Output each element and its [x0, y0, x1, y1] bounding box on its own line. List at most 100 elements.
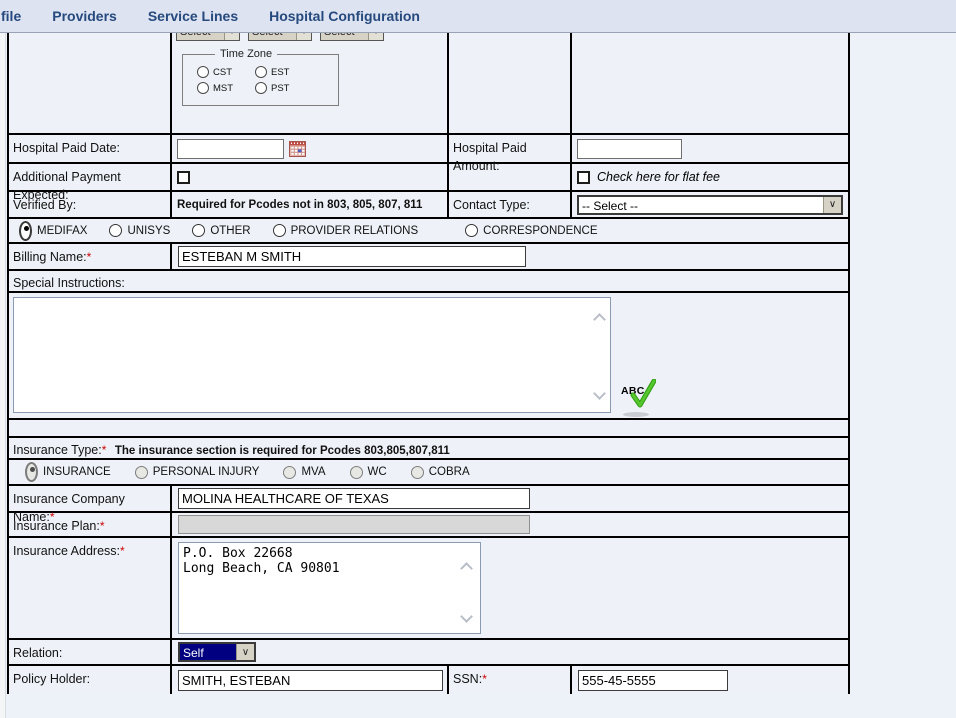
- radio-icon[interactable]: [197, 82, 209, 94]
- radio-icon[interactable]: [350, 466, 363, 479]
- flat-fee-checkbox[interactable]: [577, 171, 590, 184]
- nav-item-providers[interactable]: Providers: [52, 8, 117, 24]
- relation-row: Relation: Self∨: [9, 640, 848, 666]
- contact-type-label: Contact Type:: [453, 198, 530, 212]
- radio-icon[interactable]: [255, 82, 267, 94]
- radio-pst[interactable]: PST: [255, 82, 313, 94]
- hospital-paid-date-input[interactable]: [177, 139, 284, 159]
- radio-mst[interactable]: MST: [197, 82, 255, 94]
- billing-name-row: Billing Name:*: [9, 244, 848, 271]
- radio-mva[interactable]: MVA: [283, 466, 325, 479]
- hospital-paid-date-label: Hospital Paid Date:: [13, 141, 120, 155]
- timezone-legend: Time Zone: [215, 48, 277, 60]
- chevron-down-icon[interactable]: ∨: [823, 197, 841, 213]
- radio-cst[interactable]: CST: [197, 66, 255, 78]
- time-select-2-value: Select: [249, 33, 296, 40]
- empty-cell: [449, 33, 572, 133]
- radio-correspondence[interactable]: CORRESPONDENCE: [465, 224, 597, 237]
- icon-shadow: [623, 412, 649, 417]
- policy-holder-input[interactable]: [178, 670, 443, 691]
- radio-wc[interactable]: WC: [350, 466, 387, 479]
- insurance-type-note: The insurance section is required for Pc…: [115, 445, 450, 457]
- insurance-radio-row: INSURANCE PERSONAL INJURY MVA WC COBRA: [9, 460, 848, 486]
- time-select-3-value: Select: [321, 33, 368, 40]
- required-asterisk: *: [482, 672, 487, 686]
- empty-cell: [449, 164, 572, 190]
- chevron-down-icon[interactable]: ▾: [368, 33, 383, 40]
- empty-cell: [9, 33, 172, 133]
- additional-payment-checkbox[interactable]: [177, 171, 190, 184]
- radio-icon[interactable]: [109, 224, 122, 237]
- relation-value: Self: [180, 644, 236, 660]
- radio-insurance[interactable]: INSURANCE: [25, 462, 111, 482]
- radio-cobra[interactable]: COBRA: [411, 466, 470, 479]
- calendar-icon[interactable]: [289, 141, 306, 157]
- special-instructions-textarea[interactable]: [13, 297, 611, 413]
- policy-holder-row: Policy Holder: SSN:*: [9, 666, 848, 694]
- insurance-address-textarea[interactable]: P.O. Box 22668 Long Beach, CA 90801: [178, 542, 481, 634]
- insurance-type-row: Insurance Type:* The insurance section i…: [9, 438, 848, 460]
- radio-unisys[interactable]: UNISYS: [109, 224, 170, 237]
- radio-selected-icon[interactable]: [25, 462, 38, 482]
- top-nav-bar: file Providers Service Lines Hospital Co…: [0, 0, 956, 33]
- radio-icon[interactable]: [283, 466, 296, 479]
- special-instructions-label-row: Special Instructions:: [9, 271, 848, 293]
- radio-icon[interactable]: [255, 66, 267, 78]
- verified-by-label: Verified By:: [13, 198, 76, 212]
- billing-name-label: Billing Name:: [13, 250, 87, 264]
- time-select-1[interactable]: Select▾: [176, 33, 240, 41]
- required-asterisk: *: [100, 519, 105, 533]
- ssn-input[interactable]: [578, 670, 728, 691]
- chevron-down-icon[interactable]: ▾: [296, 33, 311, 40]
- insurance-plan-input: [178, 515, 530, 534]
- special-instructions-label: Special Instructions:: [13, 276, 125, 290]
- timezone-fieldset: Time Zone CST EST MST PST: [182, 48, 339, 106]
- hospital-paid-amount-input[interactable]: [577, 139, 682, 159]
- radio-icon[interactable]: [197, 66, 209, 78]
- required-asterisk: *: [102, 443, 107, 457]
- relation-label: Relation:: [13, 646, 62, 660]
- radio-selected-icon[interactable]: [19, 221, 32, 241]
- source-radio-row: MEDIFAX UNISYS OTHER PROVIDER RELATIONS …: [9, 219, 848, 244]
- insurance-plan-row: Insurance Plan:*: [9, 513, 848, 538]
- hospital-paid-row: Hospital Paid Date: Hospital Paid Amount…: [9, 135, 848, 164]
- radio-other[interactable]: OTHER: [192, 224, 250, 237]
- insurance-type-label: Insurance Type:: [13, 443, 102, 457]
- verified-by-row: Verified By: Required for Pcodes not in …: [9, 192, 848, 219]
- billing-name-input[interactable]: [178, 246, 526, 267]
- radio-provider-relations[interactable]: PROVIDER RELATIONS: [273, 224, 419, 237]
- contact-type-value: -- Select --: [579, 197, 823, 213]
- time-select-3[interactable]: Select▾: [320, 33, 384, 41]
- additional-payment-row: Additional Payment Expected: Check here …: [9, 164, 848, 192]
- radio-medifax[interactable]: MEDIFAX: [19, 221, 87, 241]
- insurance-address-row: Insurance Address:* P.O. Box 22668 Long …: [9, 538, 848, 640]
- radio-icon[interactable]: [273, 224, 286, 237]
- required-asterisk: *: [87, 250, 92, 264]
- relation-select[interactable]: Self∨: [178, 642, 256, 662]
- radio-personal-injury[interactable]: PERSONAL INJURY: [135, 466, 260, 479]
- insurance-plan-label: Insurance Plan:: [13, 519, 100, 533]
- empty-cell: [572, 33, 848, 133]
- policy-holder-label: Policy Holder:: [13, 672, 90, 686]
- timezone-row: Select▾ Select▾ Select▾ Time Zone CST ES…: [9, 33, 848, 135]
- time-select-1-value: Select: [177, 33, 224, 40]
- contact-type-select[interactable]: -- Select --∨: [577, 195, 843, 215]
- insurance-address-label: Insurance Address:: [13, 544, 120, 558]
- spacer-row: [9, 420, 848, 438]
- nav-item-file[interactable]: file: [1, 8, 21, 24]
- insurance-company-input[interactable]: [178, 488, 530, 509]
- radio-icon[interactable]: [411, 466, 424, 479]
- radio-icon[interactable]: [465, 224, 478, 237]
- insurance-company-row: Insurance Company Name:*: [9, 486, 848, 513]
- required-asterisk: *: [120, 544, 125, 558]
- abc-spellcheck-icon[interactable]: ABC: [621, 379, 657, 417]
- nav-item-hospital-configuration[interactable]: Hospital Configuration: [269, 8, 420, 24]
- chevron-down-icon[interactable]: ▾: [224, 33, 239, 40]
- chevron-down-icon[interactable]: ∨: [236, 644, 254, 660]
- nav-item-service-lines[interactable]: Service Lines: [148, 8, 238, 24]
- time-select-2[interactable]: Select▾: [248, 33, 312, 41]
- radio-est[interactable]: EST: [255, 66, 313, 78]
- radio-icon[interactable]: [192, 224, 205, 237]
- radio-icon[interactable]: [135, 466, 148, 479]
- flat-fee-label: Check here for flat fee: [597, 170, 720, 184]
